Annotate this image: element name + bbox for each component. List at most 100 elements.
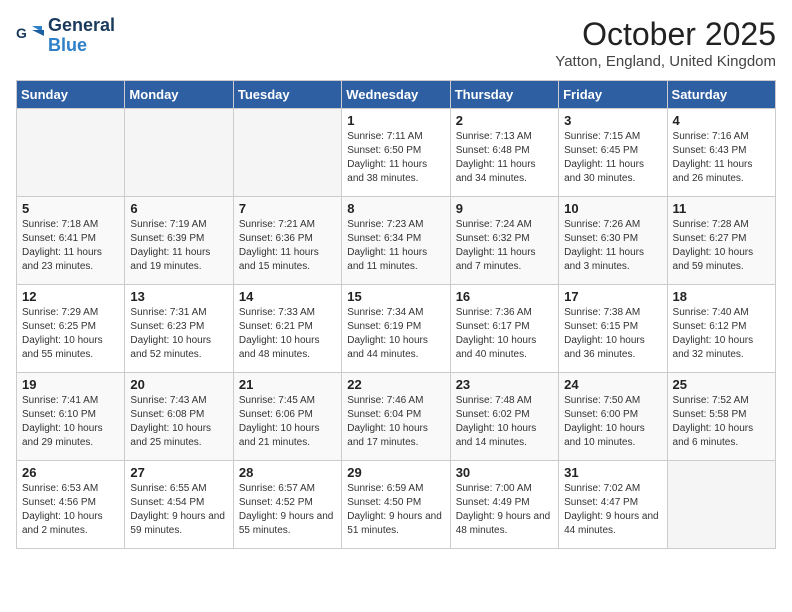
day-number: 27 [130, 465, 227, 480]
cell-info: Sunrise: 6:53 AMSunset: 4:56 PMDaylight:… [22, 482, 119, 538]
cell-info: Sunrise: 7:21 AMSunset: 6:36 PMDaylight:… [239, 218, 336, 274]
calendar-cell: 6 Sunrise: 7:19 AMSunset: 6:39 PMDaylight… [125, 197, 233, 285]
day-number: 4 [673, 113, 770, 128]
logo-icon: G [16, 22, 44, 50]
calendar-week-row: 19 Sunrise: 7:41 AMSunset: 6:10 PMDayligh… [17, 373, 776, 461]
calendar-cell: 10Sunrise: 7:26 AMSunset: 6:30 PMDayligh… [559, 197, 667, 285]
day-number: 17 [564, 289, 661, 304]
calendar-cell: 15 Sunrise: 7:34 AMSunset: 6:19 PMDayligh… [342, 285, 450, 373]
cell-info: Sunrise: 7:45 AMSunset: 6:06 PMDaylight:… [239, 394, 336, 450]
cell-info: Sunrise: 7:48 AMSunset: 6:02 PMDaylight:… [456, 394, 553, 450]
cell-info: Sunrise: 7:00 AMSunset: 4:49 PMDaylight:… [456, 482, 553, 538]
title-block: October 2025 Yatton, England, United Kin… [555, 16, 776, 70]
day-number: 19 [22, 377, 119, 392]
cell-info: Sunrise: 7:23 AMSunset: 6:34 PMDaylight:… [347, 218, 444, 274]
calendar-cell [233, 109, 341, 197]
day-number: 28 [239, 465, 336, 480]
calendar-cell: 12 Sunrise: 7:29 AMSunset: 6:25 PMDayligh… [17, 285, 125, 373]
cell-info: Sunrise: 7:28 AMSunset: 6:27 PMDaylight:… [673, 218, 770, 274]
calendar-cell: 21 Sunrise: 7:45 AMSunset: 6:06 PMDayligh… [233, 373, 341, 461]
calendar-cell: 8Sunrise: 7:23 AMSunset: 6:34 PMDaylight… [342, 197, 450, 285]
logo: G General Blue [16, 16, 115, 56]
day-number: 9 [456, 201, 553, 216]
cell-info: Sunrise: 6:55 AMSunset: 4:54 PMDaylight:… [130, 482, 227, 538]
day-number: 12 [22, 289, 119, 304]
calendar-cell: 30Sunrise: 7:00 AMSunset: 4:49 PMDayligh… [450, 461, 558, 549]
calendar-cell: 25 Sunrise: 7:52 AMSunset: 5:58 PMDayligh… [667, 373, 775, 461]
cell-info: Sunrise: 6:57 AMSunset: 4:52 PMDaylight:… [239, 482, 336, 538]
calendar-cell: 26 Sunrise: 6:53 AMSunset: 4:56 PMDayligh… [17, 461, 125, 549]
calendar-cell [667, 461, 775, 549]
cell-info: Sunrise: 7:52 AMSunset: 5:58 PMDaylight:… [673, 394, 770, 450]
day-number: 16 [456, 289, 553, 304]
cell-info: Sunrise: 7:24 AMSunset: 6:32 PMDaylight:… [456, 218, 553, 274]
day-number: 2 [456, 113, 553, 128]
page-header: G General Blue October 2025 Yatton, Engl… [16, 16, 776, 70]
day-number: 10 [564, 201, 661, 216]
calendar-cell: 13Sunrise: 7:31 AMSunset: 6:23 PMDayligh… [125, 285, 233, 373]
weekday-header-wednesday: Wednesday [342, 81, 450, 109]
calendar-cell: 18Sunrise: 7:40 AMSunset: 6:12 PMDayligh… [667, 285, 775, 373]
calendar-cell: 14 Sunrise: 7:33 AMSunset: 6:21 PMDayligh… [233, 285, 341, 373]
day-number: 22 [347, 377, 444, 392]
calendar-cell: 17 Sunrise: 7:38 AMSunset: 6:15 PMDayligh… [559, 285, 667, 373]
svg-text:G: G [16, 25, 27, 41]
day-number: 26 [22, 465, 119, 480]
calendar-cell: 23 Sunrise: 7:48 AMSunset: 6:02 PMDayligh… [450, 373, 558, 461]
weekday-header-row: SundayMondayTuesdayWednesdayThursdayFrid… [17, 81, 776, 109]
day-number: 25 [673, 377, 770, 392]
calendar-cell: 29Sunrise: 6:59 AMSunset: 4:50 PMDayligh… [342, 461, 450, 549]
day-number: 15 [347, 289, 444, 304]
day-number: 6 [130, 201, 227, 216]
calendar-table: SundayMondayTuesdayWednesdayThursdayFrid… [16, 80, 776, 549]
weekday-header-tuesday: Tuesday [233, 81, 341, 109]
day-number: 24 [564, 377, 661, 392]
cell-info: Sunrise: 7:50 AMSunset: 6:00 PMDaylight:… [564, 394, 661, 450]
calendar-cell: 20Sunrise: 7:43 AMSunset: 6:08 PMDayligh… [125, 373, 233, 461]
cell-info: Sunrise: 7:33 AMSunset: 6:21 PMDaylight:… [239, 306, 336, 362]
calendar-week-row: 1Sunrise: 7:11 AMSunset: 6:50 PMDaylight… [17, 109, 776, 197]
calendar-cell: 19 Sunrise: 7:41 AMSunset: 6:10 PMDayligh… [17, 373, 125, 461]
day-number: 14 [239, 289, 336, 304]
cell-info: Sunrise: 7:13 AMSunset: 6:48 PMDaylight:… [456, 130, 553, 186]
cell-info: Sunrise: 7:18 AMSunset: 6:41 PMDaylight:… [22, 218, 119, 274]
location: Yatton, England, United Kingdom [555, 53, 776, 70]
calendar-cell: 22 Sunrise: 7:46 AMSunset: 6:04 PMDayligh… [342, 373, 450, 461]
cell-info: Sunrise: 7:46 AMSunset: 6:04 PMDaylight:… [347, 394, 444, 450]
cell-info: Sunrise: 7:29 AMSunset: 6:25 PMDaylight:… [22, 306, 119, 362]
weekday-header-friday: Friday [559, 81, 667, 109]
day-number: 1 [347, 113, 444, 128]
month-title: October 2025 [555, 16, 776, 53]
weekday-header-monday: Monday [125, 81, 233, 109]
calendar-cell: 5 Sunrise: 7:18 AMSunset: 6:41 PMDaylight… [17, 197, 125, 285]
calendar-cell [125, 109, 233, 197]
calendar-cell: 7Sunrise: 7:21 AMSunset: 6:36 PMDaylight… [233, 197, 341, 285]
calendar-cell [17, 109, 125, 197]
cell-info: Sunrise: 7:41 AMSunset: 6:10 PMDaylight:… [22, 394, 119, 450]
weekday-header-saturday: Saturday [667, 81, 775, 109]
cell-info: Sunrise: 7:16 AMSunset: 6:43 PMDaylight:… [673, 130, 770, 186]
day-number: 3 [564, 113, 661, 128]
calendar-week-row: 26 Sunrise: 6:53 AMSunset: 4:56 PMDayligh… [17, 461, 776, 549]
cell-info: Sunrise: 7:34 AMSunset: 6:19 PMDaylight:… [347, 306, 444, 362]
logo-text: General Blue [48, 16, 115, 56]
calendar-week-row: 5 Sunrise: 7:18 AMSunset: 6:41 PMDaylight… [17, 197, 776, 285]
calendar-cell: 2 Sunrise: 7:13 AMSunset: 6:48 PMDaylight… [450, 109, 558, 197]
day-number: 23 [456, 377, 553, 392]
calendar-cell: 1Sunrise: 7:11 AMSunset: 6:50 PMDaylight… [342, 109, 450, 197]
cell-info: Sunrise: 7:19 AMSunset: 6:39 PMDaylight:… [130, 218, 227, 274]
calendar-cell: 24 Sunrise: 7:50 AMSunset: 6:00 PMDayligh… [559, 373, 667, 461]
calendar-cell: 4 Sunrise: 7:16 AMSunset: 6:43 PMDaylight… [667, 109, 775, 197]
day-number: 21 [239, 377, 336, 392]
day-number: 31 [564, 465, 661, 480]
day-number: 11 [673, 201, 770, 216]
cell-info: Sunrise: 7:15 AMSunset: 6:45 PMDaylight:… [564, 130, 661, 186]
cell-info: Sunrise: 7:02 AMSunset: 4:47 PMDaylight:… [564, 482, 661, 538]
cell-info: Sunrise: 7:36 AMSunset: 6:17 PMDaylight:… [456, 306, 553, 362]
day-number: 5 [22, 201, 119, 216]
cell-info: Sunrise: 7:31 AMSunset: 6:23 PMDaylight:… [130, 306, 227, 362]
day-number: 29 [347, 465, 444, 480]
calendar-cell: 9 Sunrise: 7:24 AMSunset: 6:32 PMDaylight… [450, 197, 558, 285]
weekday-header-sunday: Sunday [17, 81, 125, 109]
cell-info: Sunrise: 7:38 AMSunset: 6:15 PMDaylight:… [564, 306, 661, 362]
